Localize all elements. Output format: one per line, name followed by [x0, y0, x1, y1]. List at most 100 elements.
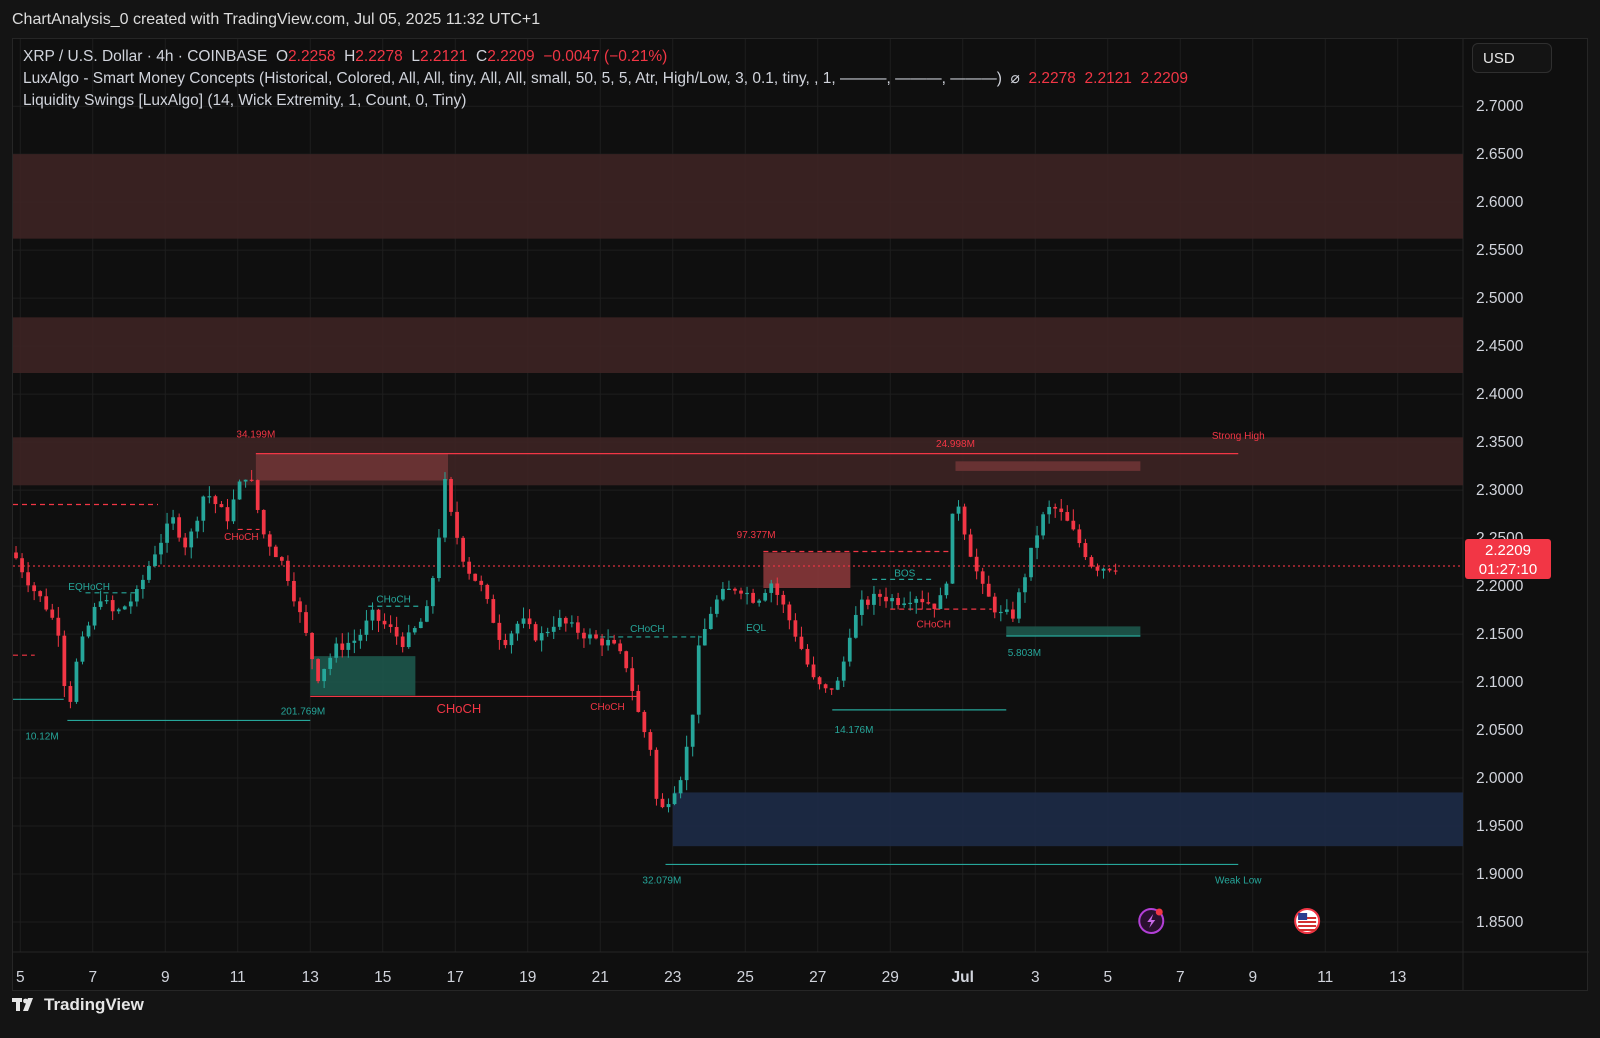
annotation-label: CHoCH: [590, 702, 624, 713]
candle-up: [714, 595, 719, 618]
candle-body: [183, 537, 188, 548]
candle-up: [908, 591, 913, 611]
candle-body: [588, 634, 592, 639]
time-axis-label: 29: [882, 969, 899, 986]
candle-up: [902, 597, 907, 608]
candle-body: [527, 618, 532, 625]
candle-down: [1089, 555, 1094, 569]
candle-down: [292, 572, 296, 607]
supply-zone: [13, 437, 1463, 486]
candle-body: [902, 603, 907, 606]
candle-down: [533, 621, 538, 642]
candle-body: [1004, 609, 1009, 612]
candle-body: [853, 614, 858, 638]
chart-area[interactable]: 34.199M 24.998M Strong High 97.377M CHoCH CHo…: [12, 38, 1589, 992]
zones: [13, 154, 1463, 847]
candle-up: [116, 607, 121, 614]
legend-line-symbol[interactable]: XRP / U.S. Dollar · 4h · COINBASE O2.225…: [23, 46, 1188, 68]
candle-up: [551, 616, 556, 639]
candles: [14, 470, 1118, 813]
candle-up: [195, 516, 200, 539]
candle-down: [1083, 538, 1088, 560]
candle-down: [612, 634, 617, 645]
candle-body: [364, 620, 369, 635]
candle-down: [594, 630, 598, 640]
time-axis-label: 13: [1389, 969, 1406, 986]
candle-down: [968, 528, 973, 558]
time-axis-label: 5: [16, 969, 25, 986]
candle-body: [20, 558, 24, 573]
candle-up: [672, 786, 677, 806]
candle-body: [866, 599, 870, 605]
candle-up: [872, 585, 876, 615]
candle-body: [551, 626, 556, 632]
candle-body: [696, 645, 701, 715]
candle-body: [237, 481, 242, 500]
candle-up: [606, 629, 610, 651]
annotation-label: CHoCH: [224, 532, 258, 543]
candle-body: [461, 537, 465, 562]
tradingview-logo[interactable]: TradingView: [12, 995, 144, 1015]
candle-down: [110, 595, 115, 621]
candle-down: [1065, 505, 1070, 522]
supply-zone: [13, 154, 1463, 239]
candle-body: [279, 557, 284, 561]
candle-up: [141, 574, 145, 599]
demand-zone: [672, 792, 1463, 847]
candle-up: [418, 618, 423, 629]
candle-down: [497, 614, 502, 650]
candle-body: [159, 542, 163, 555]
candle-body: [38, 591, 43, 597]
candle-body: [714, 599, 719, 614]
currency-button[interactable]: USD: [1472, 43, 1552, 73]
candle-body: [841, 661, 846, 681]
candle-up: [721, 582, 725, 602]
candle-up: [171, 509, 175, 530]
candle-body: [835, 680, 840, 690]
candle-body: [195, 520, 200, 532]
candle-down: [992, 592, 997, 619]
candle-down: [298, 597, 302, 623]
legend-line-smc[interactable]: LuxAlgo - Smart Money Concepts (Historic…: [23, 68, 1188, 90]
candle-body: [1083, 543, 1088, 558]
candle-body: [1023, 577, 1027, 593]
bar-countdown: 01:27:10: [1478, 561, 1538, 578]
candle-up: [201, 495, 206, 533]
legend-line-liquidity[interactable]: Liquidity Swings [LuxAlgo] (14, Wick Ext…: [23, 90, 1188, 112]
candle-down: [400, 632, 405, 653]
price-axis-label: 1.9000: [1476, 866, 1524, 883]
candle-body: [763, 592, 768, 601]
legend-smc-value-3: 2.2209: [1140, 70, 1188, 87]
candle-body: [56, 617, 61, 636]
candle-body: [672, 793, 677, 805]
candle-body: [708, 613, 713, 629]
candle-body: [503, 639, 508, 646]
candle-body: [491, 599, 496, 623]
candle-body: [817, 677, 822, 685]
candle-body: [479, 580, 484, 585]
candle-down: [479, 575, 484, 592]
candle-body: [582, 632, 586, 639]
annotation-label: 14.176M: [835, 725, 874, 736]
candle-body: [68, 686, 73, 702]
candle-body: [213, 496, 218, 505]
price-chart[interactable]: 34.199M 24.998M Strong High 97.377M CHoCH CHo…: [13, 39, 1589, 992]
candle-body: [382, 620, 387, 625]
candle-down: [38, 590, 43, 603]
candle-body: [1047, 506, 1052, 515]
candle-up: [147, 560, 151, 583]
legend-low-value: 2.2121: [419, 48, 468, 65]
candle-down: [491, 594, 496, 624]
candle-body: [431, 578, 435, 607]
supply-zone: [13, 317, 1463, 374]
candle-down: [1011, 601, 1015, 623]
candle-up: [443, 472, 447, 543]
candle-down: [213, 494, 218, 514]
time-axis-label: 11: [230, 969, 246, 986]
candle-body: [437, 537, 441, 579]
tradingview-logo-icon: [12, 998, 33, 1011]
candle-down: [642, 710, 647, 738]
candle-down: [866, 596, 870, 610]
candle-down: [461, 535, 465, 568]
candle-down: [394, 616, 399, 645]
